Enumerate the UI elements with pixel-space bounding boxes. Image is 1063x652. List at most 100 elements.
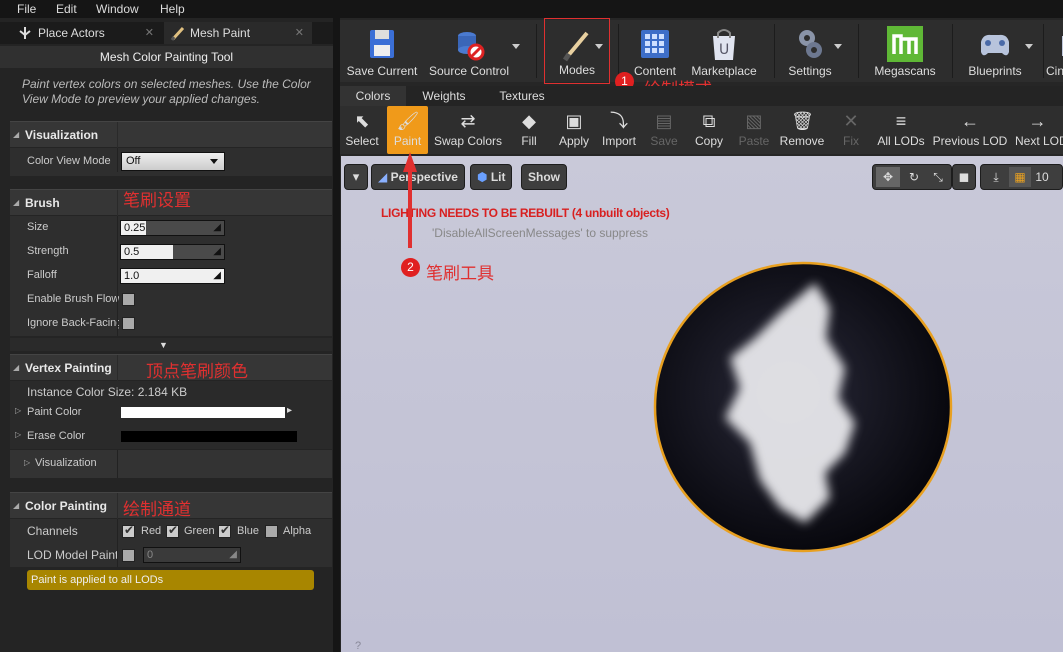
paste-button[interactable]: ▧ Paste [734, 106, 774, 154]
tab-textures[interactable]: Textures [482, 86, 562, 106]
content-button[interactable]: Content [624, 20, 686, 82]
grid-snap-icon[interactable]: ▦ [1009, 167, 1031, 187]
fix-button[interactable]: ✕ Fix [834, 106, 868, 154]
blueprints-label: Blueprints [968, 64, 1022, 78]
chevron-down-icon[interactable] [512, 44, 520, 49]
previous-lod-label: Previous LOD [932, 134, 1008, 148]
tab-mesh-paint[interactable]: Mesh Paint ✕ [164, 22, 312, 44]
enable-brush-flow-checkbox[interactable] [122, 293, 135, 306]
blue-channel-checkbox[interactable] [218, 523, 231, 538]
menu-file[interactable]: File [17, 2, 36, 16]
expand-arrow-icon[interactable]: ▷ [15, 406, 21, 415]
tab-weights[interactable]: Weights [410, 86, 478, 106]
erase-color-swatch[interactable] [121, 431, 297, 442]
chevron-down-icon[interactable] [834, 44, 842, 49]
remove-button[interactable]: 🗑 Remove [778, 106, 826, 154]
blueprints-controller-icon [981, 34, 1009, 56]
vertex-visualization-label: Visualization [35, 457, 97, 469]
brush-strength-field[interactable]: 0.5 ◢ [120, 244, 225, 260]
paint-label: Paint [393, 134, 422, 148]
surface-snap-icon[interactable]: ⤓ [985, 167, 1007, 187]
ignore-backface-label: Ignore Back-Facing [27, 317, 119, 329]
paint-tool-button[interactable]: 🖌 Paint [387, 106, 428, 154]
color-view-mode-row: Color View Mode Off [10, 148, 332, 176]
paste-icon: ▧ [745, 111, 763, 131]
move-icon[interactable]: ✥ [876, 167, 900, 187]
rotate-icon[interactable]: ↻ [903, 167, 925, 187]
alpha-channel-checkbox[interactable] [265, 525, 278, 538]
paint-toolbar: ⬉ Select 🖌 Paint ⇄ Swap Colors ◆ Fill ▣ Apply… [340, 106, 1063, 154]
section-visualization[interactable]: Visualization [10, 121, 332, 148]
menu-window[interactable]: Window [96, 2, 139, 16]
settings-button[interactable]: Settings [780, 20, 840, 82]
lod-index-field[interactable]: 0 ◢ [143, 547, 241, 563]
picker-arrow-icon[interactable]: ▸ [287, 405, 292, 416]
expand-arrow-icon[interactable]: ▷ [15, 430, 21, 439]
close-icon[interactable]: ✕ [295, 22, 304, 44]
blueprints-button[interactable]: Blueprints [958, 20, 1032, 82]
red-channel-checkbox[interactable] [122, 523, 135, 538]
viewport-options-button[interactable]: ▾ [344, 164, 368, 190]
vertex-visualization-row[interactable]: ▷ Visualization [10, 450, 332, 478]
source-control-button[interactable]: Source Control [426, 20, 512, 82]
show-label: Show [528, 170, 560, 184]
import-button[interactable]: ⤵ Import [598, 106, 640, 154]
chevron-down-icon[interactable] [1025, 44, 1033, 49]
paste-label: Paste [738, 134, 770, 148]
tab-colors[interactable]: Colors [340, 86, 406, 106]
chevron-down-icon: ▾ [352, 169, 360, 184]
tab-place-actors[interactable]: Place Actors ✕ [12, 22, 162, 44]
cinematics-button[interactable]: Cin [1046, 20, 1063, 82]
save-current-button[interactable]: Save Current [344, 20, 420, 82]
color-view-mode-value: Off [126, 155, 141, 167]
save-button[interactable]: ▤ Save [646, 106, 682, 154]
modes-button[interactable]: Modes [544, 18, 610, 84]
content-grid-icon [641, 30, 669, 58]
world-local-toggle[interactable]: ◼ [952, 164, 976, 190]
scale-icon[interactable]: ⤡ [927, 167, 949, 187]
settings-gear-icon [799, 30, 822, 58]
previous-lod-button[interactable]: ← Previous LOD [932, 106, 1008, 154]
paint-mode-tabs: Colors Weights Textures [340, 86, 1063, 106]
chevron-down-icon[interactable] [595, 44, 603, 49]
copy-button[interactable]: ⧉ Copy [690, 106, 728, 154]
section-title: Color Painting [25, 499, 107, 513]
green-channel-checkbox[interactable] [166, 523, 179, 538]
swap-colors-icon: ⇄ [460, 111, 476, 131]
cinematics-label: Cin [1046, 64, 1063, 78]
menu-edit[interactable]: Edit [56, 2, 77, 16]
channels-row: Channels Red Green Blue Alpha [10, 519, 332, 543]
remove-label: Remove [779, 134, 825, 148]
grid-size-value[interactable]: 10 [1035, 167, 1049, 187]
color-view-mode-select[interactable]: Off [121, 152, 225, 171]
chevron-down-icon [210, 159, 218, 164]
brush-size-field[interactable]: 0.25 ◢ [120, 220, 225, 236]
all-lods-label: All LODs [877, 134, 925, 148]
apply-button[interactable]: ▣ Apply [554, 106, 594, 154]
close-icon[interactable]: ✕ [145, 22, 154, 44]
lod-index-value: 0 [147, 549, 154, 561]
advanced-expander[interactable]: ▼ [10, 338, 332, 351]
megascans-button[interactable]: Megascans [866, 20, 944, 82]
fill-button[interactable]: ◆ Fill [512, 106, 546, 154]
show-button[interactable]: Show [521, 164, 567, 190]
swap-colors-label: Swap Colors [433, 134, 503, 148]
section-title: Brush [25, 196, 60, 210]
all-lods-button[interactable]: ≡ All LODs [874, 106, 928, 154]
ignore-backface-checkbox[interactable] [122, 317, 135, 330]
panel-splitter[interactable] [333, 18, 340, 652]
lod-painting-checkbox[interactable] [122, 549, 135, 562]
trash-icon: 🗑 [791, 111, 814, 131]
menu-help[interactable]: Help [160, 2, 185, 16]
select-button[interactable]: ⬉ Select [342, 106, 382, 154]
tool-description: Paint vertex colors on selected meshes. … [22, 77, 311, 106]
marketplace-button[interactable]: U Marketplace [688, 20, 760, 82]
next-lod-button[interactable]: → Next LOD [1012, 106, 1063, 154]
swap-colors-button[interactable]: ⇄ Swap Colors [432, 106, 504, 154]
brush-falloff-field[interactable]: 1.0 ◢ [120, 268, 225, 284]
resize-icon: ◢ [213, 246, 221, 257]
tab-mesh-paint-label: Mesh Paint [190, 26, 251, 40]
lit-button[interactable]: ⬢ Lit [470, 164, 513, 190]
paint-color-swatch[interactable] [121, 407, 285, 418]
help-icon[interactable]: ? [355, 640, 361, 652]
